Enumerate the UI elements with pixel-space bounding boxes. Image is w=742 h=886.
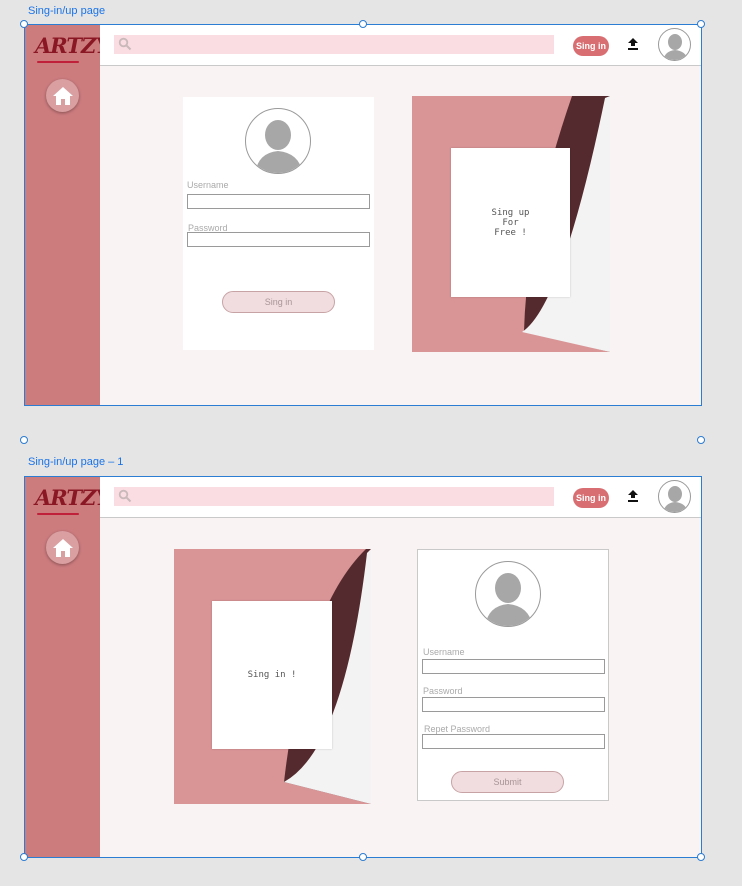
top-bar: Sing in (100, 25, 701, 66)
signup-promo-text[interactable]: Sing up For Free ! (451, 148, 570, 297)
search-icon (118, 489, 132, 503)
signin-submit-button[interactable]: Sing in (222, 291, 335, 313)
sidebar: ARTZY (25, 25, 110, 405)
resize-handle[interactable] (697, 436, 705, 444)
username-input[interactable] (187, 194, 370, 209)
signin-card: Username Password Sing in (183, 97, 374, 350)
user-avatar-icon (485, 573, 533, 626)
home-button[interactable] (46, 79, 79, 112)
profile-avatar (245, 108, 311, 174)
home-icon (52, 86, 73, 105)
resize-handle[interactable] (359, 20, 367, 28)
artboard-title[interactable]: Sing-in/up page – 1 (28, 456, 123, 468)
user-avatar-icon (663, 486, 688, 512)
resize-handle[interactable] (359, 853, 367, 861)
home-button[interactable] (46, 531, 79, 564)
resize-handle[interactable] (697, 20, 705, 28)
search-icon (118, 37, 132, 51)
sidebar: ARTZY (25, 477, 110, 857)
artboard-title[interactable]: Sing-in/up page (28, 5, 105, 17)
upload-icon[interactable] (627, 37, 639, 51)
username-label: Username (187, 180, 229, 190)
password-label: Password (423, 686, 463, 696)
logo-underline (37, 61, 79, 63)
password-input[interactable] (187, 232, 370, 247)
upload-icon[interactable] (627, 489, 639, 503)
search-input[interactable] (114, 35, 554, 54)
logo-underline (37, 513, 79, 515)
username-input[interactable] (422, 659, 605, 674)
signin-button[interactable]: Sing in (573, 488, 609, 508)
username-label: Username (423, 647, 465, 657)
top-bar: Sing in (100, 477, 701, 518)
resize-handle[interactable] (20, 20, 28, 28)
artboard-signin: ARTZY Sing in Username Password Sing in … (25, 25, 701, 405)
user-avatar[interactable] (658, 28, 691, 61)
repeat-password-input[interactable] (422, 734, 605, 749)
profile-avatar (475, 561, 541, 627)
signin-promo-panel[interactable]: Sing in ! (174, 549, 371, 804)
signup-card: Username Password Repet Password Submit (417, 549, 609, 801)
user-avatar[interactable] (658, 480, 691, 513)
signin-button[interactable]: Sing in (573, 36, 609, 56)
repeat-password-label: Repet Password (424, 724, 491, 734)
user-avatar-icon (663, 34, 688, 60)
submit-button[interactable]: Submit (451, 771, 564, 793)
logo[interactable]: ARTZY (35, 33, 110, 58)
home-icon (52, 538, 73, 557)
artboard-signup: ARTZY Sing in Sing in ! Username Passwor… (25, 477, 701, 857)
resize-handle[interactable] (697, 853, 705, 861)
password-input[interactable] (422, 697, 605, 712)
signin-promo-text[interactable]: Sing in ! (212, 601, 332, 749)
resize-handle[interactable] (20, 853, 28, 861)
resize-handle[interactable] (20, 436, 28, 444)
search-input[interactable] (114, 487, 554, 506)
signup-promo-panel[interactable]: Sing up For Free ! (412, 96, 610, 352)
user-avatar-icon (255, 120, 303, 173)
logo[interactable]: ARTZY (35, 485, 110, 510)
